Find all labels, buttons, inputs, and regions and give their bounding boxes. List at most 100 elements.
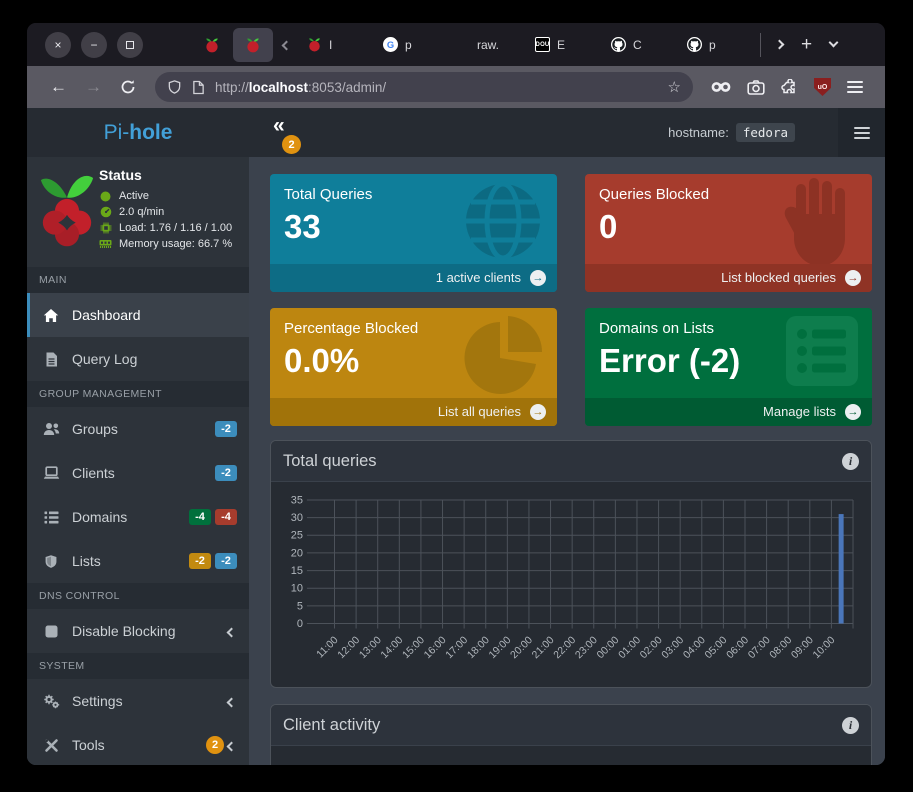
browser-tab[interactable]: DOU E: [526, 28, 602, 62]
card-footer-link[interactable]: List all queries: [270, 398, 557, 426]
reload-button[interactable]: [120, 79, 136, 95]
tab-title: p: [709, 38, 716, 52]
tab-title: raw.: [477, 38, 499, 52]
pihole-raspberry-logo: [38, 171, 96, 251]
sidebar-item-lists[interactable]: Lists -2 -2: [27, 539, 249, 583]
menu-hamburger-icon[interactable]: [847, 81, 863, 93]
svg-text:00:00: 00:00: [595, 635, 621, 661]
pie-chart-icon: [459, 312, 549, 400]
tools-icon: [42, 738, 60, 753]
browser-tab[interactable]: G p: [374, 28, 450, 62]
card-title: Total Queries: [284, 186, 372, 203]
shield-permissions-icon[interactable]: [167, 79, 182, 95]
chevron-left-icon: [228, 623, 235, 639]
card-domains-on-lists: Domains on Lists Error (-2) Manage lists…: [585, 308, 872, 426]
google-favicon: G: [383, 37, 398, 52]
sidebar-item-clients[interactable]: Clients -2: [27, 451, 249, 495]
svg-text:07:00: 07:00: [746, 635, 772, 661]
sidebar-item-groups[interactable]: Groups -2: [27, 407, 249, 451]
dashboard-content: Total Queries 33 1 active clients → Quer…: [249, 157, 885, 765]
sidebar-item-query-log[interactable]: Query Log: [27, 337, 249, 381]
screenshot-camera-icon[interactable]: [747, 80, 765, 95]
memory-icon: [99, 239, 112, 249]
sidebar-item-dashboard[interactable]: Dashboard: [27, 293, 249, 337]
page-info-icon[interactable]: [192, 80, 205, 95]
hostname-display: hostname: fedora: [668, 108, 795, 157]
close-icon: ×: [54, 38, 61, 52]
badge: -4: [215, 509, 237, 525]
pihole-menu-button[interactable]: [838, 108, 885, 157]
sidebar-item-domains[interactable]: Domains -4 -4: [27, 495, 249, 539]
menu-section-main: MAIN: [27, 267, 249, 293]
status-active-icon: [99, 191, 112, 202]
svg-text:01:00: 01:00: [617, 635, 643, 661]
chevron-left-icon: [228, 737, 235, 753]
svg-text:13:00: 13:00: [358, 635, 384, 661]
back-button[interactable]: ←: [50, 77, 67, 97]
svg-text:02:00: 02:00: [638, 635, 664, 661]
tab-bar: × − I: [27, 23, 885, 66]
new-tab-button[interactable]: +: [801, 34, 812, 56]
list-icon: [42, 511, 60, 524]
svg-text:06:00: 06:00: [725, 635, 751, 661]
card-footer-link[interactable]: List blocked queries: [585, 264, 872, 292]
total-queries-chart: 0510152025303511:0012:0013:0014:0015:001…: [279, 488, 863, 685]
list-all-tabs-icon[interactable]: [830, 43, 837, 46]
status-title: Status: [99, 167, 245, 183]
browser-tab[interactable]: I: [298, 28, 374, 62]
card-footer-link[interactable]: Manage lists: [585, 398, 872, 426]
svg-text:5: 5: [297, 600, 303, 612]
github-favicon: [687, 37, 702, 52]
pinned-tab-active[interactable]: [233, 28, 273, 62]
pihole-navbar: Pi-hole « 2 hostname: fedora: [27, 108, 885, 157]
browser-tab[interactable]: C: [602, 28, 678, 62]
bookmark-star-icon[interactable]: ☆: [668, 78, 681, 96]
arrow-circle-icon[interactable]: →: [530, 270, 546, 286]
card-value: Error (-2): [599, 342, 740, 380]
scroll-tabs-right-icon[interactable]: [776, 41, 783, 48]
home-icon: [42, 308, 60, 323]
status-row: Load: 1.76 / 1.16 / 1.00: [99, 220, 245, 236]
pinned-tab[interactable]: [195, 28, 229, 62]
window-maximize-button[interactable]: [117, 32, 143, 58]
list-rows-icon: [780, 312, 864, 390]
menu-section-group-management: GROUP MANAGEMENT: [27, 381, 249, 407]
dou-favicon: DOU: [535, 37, 550, 52]
total-queries-panel: Total queries i 0510152025303511:0012:00…: [270, 440, 872, 688]
forward-button[interactable]: →: [85, 77, 102, 97]
window-minimize-button[interactable]: −: [81, 32, 107, 58]
browser-window: × − I: [27, 23, 885, 765]
pihole-favicon: [245, 37, 261, 53]
info-icon[interactable]: i: [842, 717, 859, 734]
svg-text:05:00: 05:00: [703, 635, 729, 661]
svg-text:G: G: [387, 40, 394, 50]
scroll-tabs-left-icon[interactable]: [283, 36, 290, 54]
arrow-circle-icon[interactable]: →: [845, 270, 861, 286]
container-mask-icon[interactable]: [711, 80, 731, 94]
chip-icon: [99, 222, 112, 234]
url-host: localhost: [249, 80, 308, 95]
sidebar-item-settings[interactable]: Settings: [27, 679, 249, 723]
window-close-button[interactable]: ×: [45, 32, 71, 58]
info-icon[interactable]: i: [842, 453, 859, 470]
svg-text:17:00: 17:00: [444, 635, 470, 661]
svg-text:11:00: 11:00: [315, 635, 341, 661]
laptop-icon: [42, 466, 60, 480]
tools-update-badge: 2: [206, 736, 224, 754]
browser-tab[interactable]: p: [678, 28, 754, 62]
card-title: Domains on Lists: [599, 320, 714, 337]
extensions-puzzle-icon[interactable]: [781, 79, 798, 96]
sidebar-item-tools[interactable]: Tools 2: [27, 723, 249, 765]
svg-text:12:00: 12:00: [336, 635, 362, 661]
ublock-icon[interactable]: uO: [814, 78, 831, 96]
arrow-circle-icon[interactable]: →: [845, 404, 861, 420]
arrow-circle-icon[interactable]: →: [530, 404, 546, 420]
browser-tab[interactable]: raw.: [450, 28, 526, 62]
panel-title: Total queries: [283, 452, 377, 471]
svg-text:15:00: 15:00: [401, 635, 427, 661]
url-bar[interactable]: http://localhost:8053/admin/ ☆: [155, 72, 693, 102]
hand-icon: [778, 178, 864, 266]
sidebar-item-disable-blocking[interactable]: Disable Blocking: [27, 609, 249, 653]
card-footer-link[interactable]: 1 active clients: [270, 264, 557, 292]
sidebar-collapse-button[interactable]: «: [273, 116, 285, 136]
